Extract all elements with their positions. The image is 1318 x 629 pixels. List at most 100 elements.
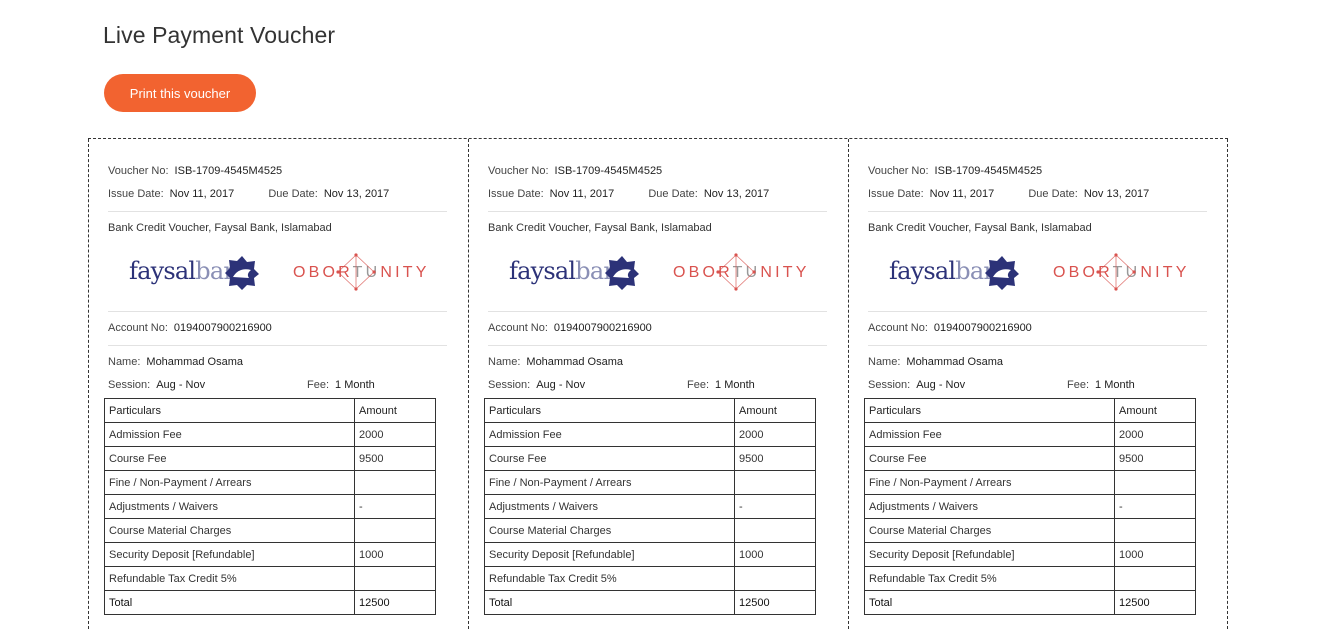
account-label: Account No: <box>108 322 168 334</box>
fee-row: Fee: 1 Month <box>307 379 375 391</box>
faysal-bank-star-icon <box>225 256 259 290</box>
amount <box>354 566 436 591</box>
table-header-row: Particulars Amount <box>104 398 436 423</box>
network-graph-icon <box>1096 253 1136 291</box>
divider <box>488 345 827 346</box>
fee-row: Fee: 1 Month <box>687 379 755 391</box>
amount: 9500 <box>354 446 436 471</box>
column-header-particulars: Particulars <box>484 398 735 423</box>
table-row: Course Fee 9500 <box>484 446 816 471</box>
total-label: Total <box>484 590 735 615</box>
particular: Security Deposit [Refundable] <box>484 542 735 567</box>
voucher-no: ISB-1709-4545M4525 <box>174 165 283 177</box>
session-label: Session: <box>868 379 911 391</box>
amount: 2000 <box>1114 422 1196 447</box>
account-no: 0194007900216900 <box>173 322 272 334</box>
account-no: 0194007900216900 <box>933 322 1032 334</box>
table-row: Fine / Non-Payment / Arrears <box>104 470 436 495</box>
voucher-copy: Voucher No: ISB-1709-4545M4525 Issue Date… <box>468 139 848 629</box>
table-row: Refundable Tax Credit 5% <box>864 566 1196 591</box>
account-row: Account No: 0194007900216900 <box>488 322 652 334</box>
fee-label: Fee: <box>1067 379 1090 391</box>
table-row: Course Material Charges <box>484 518 816 543</box>
due-date-label: Due Date: <box>648 188 698 200</box>
particular: Course Material Charges <box>864 518 1115 543</box>
table-row: Admission Fee 2000 <box>484 422 816 447</box>
voucher-no-label: Voucher No: <box>868 165 929 177</box>
table-row: Security Deposit [Refundable] 1000 <box>104 542 436 567</box>
fee-label: Fee: <box>307 379 330 391</box>
student-name: Mohammad Osama <box>526 356 623 368</box>
particular: Course Fee <box>484 446 735 471</box>
divider <box>108 211 447 212</box>
column-header-particulars: Particulars <box>104 398 355 423</box>
particular: Fine / Non-Payment / Arrears <box>104 470 355 495</box>
logos: faysalbank OBORTUNITY <box>889 251 1189 295</box>
amount <box>734 470 816 495</box>
session-row: Session: Aug - Nov <box>108 379 205 391</box>
particular: Course Material Charges <box>484 518 735 543</box>
dates-row: Issue Date: Nov 11, 2017 Due Date: Nov 13,… <box>488 188 769 200</box>
table-total-row: Total 12500 <box>864 590 1196 615</box>
particular: Admission Fee <box>864 422 1115 447</box>
session-row: Session: Aug - Nov <box>868 379 965 391</box>
table-row: Adjustments / Waivers - <box>864 494 1196 519</box>
divider <box>488 311 827 312</box>
amount: - <box>734 494 816 519</box>
voucher-no: ISB-1709-4545M4525 <box>934 165 1043 177</box>
name-label: Name: <box>868 356 901 368</box>
issue-date: Nov 11, 2017 <box>929 188 995 200</box>
due-date-label: Due Date: <box>1028 188 1078 200</box>
fee: 1 Month <box>1095 379 1135 391</box>
account-label: Account No: <box>488 322 548 334</box>
total-label: Total <box>864 590 1115 615</box>
session-label: Session: <box>108 379 151 391</box>
bank-line: Bank Credit Voucher, Faysal Bank, Islama… <box>108 222 332 234</box>
particular: Course Material Charges <box>104 518 355 543</box>
amount: 2000 <box>734 422 816 447</box>
table-row: Course Fee 9500 <box>104 446 436 471</box>
student-name: Mohammad Osama <box>146 356 243 368</box>
voucher-copy: Voucher No: ISB-1709-4545M4525 Issue Date… <box>848 139 1228 629</box>
column-header-amount: Amount <box>734 398 816 423</box>
voucher-container: Voucher No: ISB-1709-4545M4525 Issue Date… <box>88 138 1228 629</box>
table-row: Admission Fee 2000 <box>864 422 1196 447</box>
name-row: Name: Mohammad Osama <box>868 356 1003 368</box>
fee-table: Particulars Amount Admission Fee 2000 Cou… <box>864 398 1196 615</box>
particular: Refundable Tax Credit 5% <box>484 566 735 591</box>
issue-date: Nov 11, 2017 <box>549 188 615 200</box>
table-header-row: Particulars Amount <box>484 398 816 423</box>
particular: Refundable Tax Credit 5% <box>104 566 355 591</box>
divider <box>108 345 447 346</box>
bank-line: Bank Credit Voucher, Faysal Bank, Islama… <box>488 222 712 234</box>
account-label: Account No: <box>868 322 928 334</box>
amount <box>354 518 436 543</box>
session-row: Session: Aug - Nov <box>488 379 585 391</box>
particular: Security Deposit [Refundable] <box>864 542 1115 567</box>
network-graph-icon <box>716 253 756 291</box>
account-row: Account No: 0194007900216900 <box>108 322 272 334</box>
due-date-label: Due Date: <box>268 188 318 200</box>
table-row: Adjustments / Waivers - <box>104 494 436 519</box>
amount <box>1114 566 1196 591</box>
voucher-copy: Voucher No: ISB-1709-4545M4525 Issue Date… <box>88 139 468 629</box>
particular: Course Fee <box>104 446 355 471</box>
dates-row: Issue Date: Nov 11, 2017 Due Date: Nov 13,… <box>108 188 389 200</box>
fee: 1 Month <box>335 379 375 391</box>
voucher-no-row: Voucher No: ISB-1709-4545M4525 <box>488 165 662 177</box>
table-row: Admission Fee 2000 <box>104 422 436 447</box>
student-name: Mohammad Osama <box>906 356 1003 368</box>
table-row: Security Deposit [Refundable] 1000 <box>484 542 816 567</box>
amount: 1000 <box>1114 542 1196 567</box>
amount <box>734 566 816 591</box>
divider <box>868 211 1207 212</box>
print-voucher-button[interactable]: Print this voucher <box>104 74 256 112</box>
divider <box>868 345 1207 346</box>
divider <box>868 311 1207 312</box>
issue-date-label: Issue Date: <box>868 188 924 200</box>
particular: Admission Fee <box>484 422 735 447</box>
page-title: Live Payment Voucher <box>103 22 336 48</box>
voucher-no-label: Voucher No: <box>108 165 169 177</box>
table-row: Adjustments / Waivers - <box>484 494 816 519</box>
amount: 1000 <box>734 542 816 567</box>
